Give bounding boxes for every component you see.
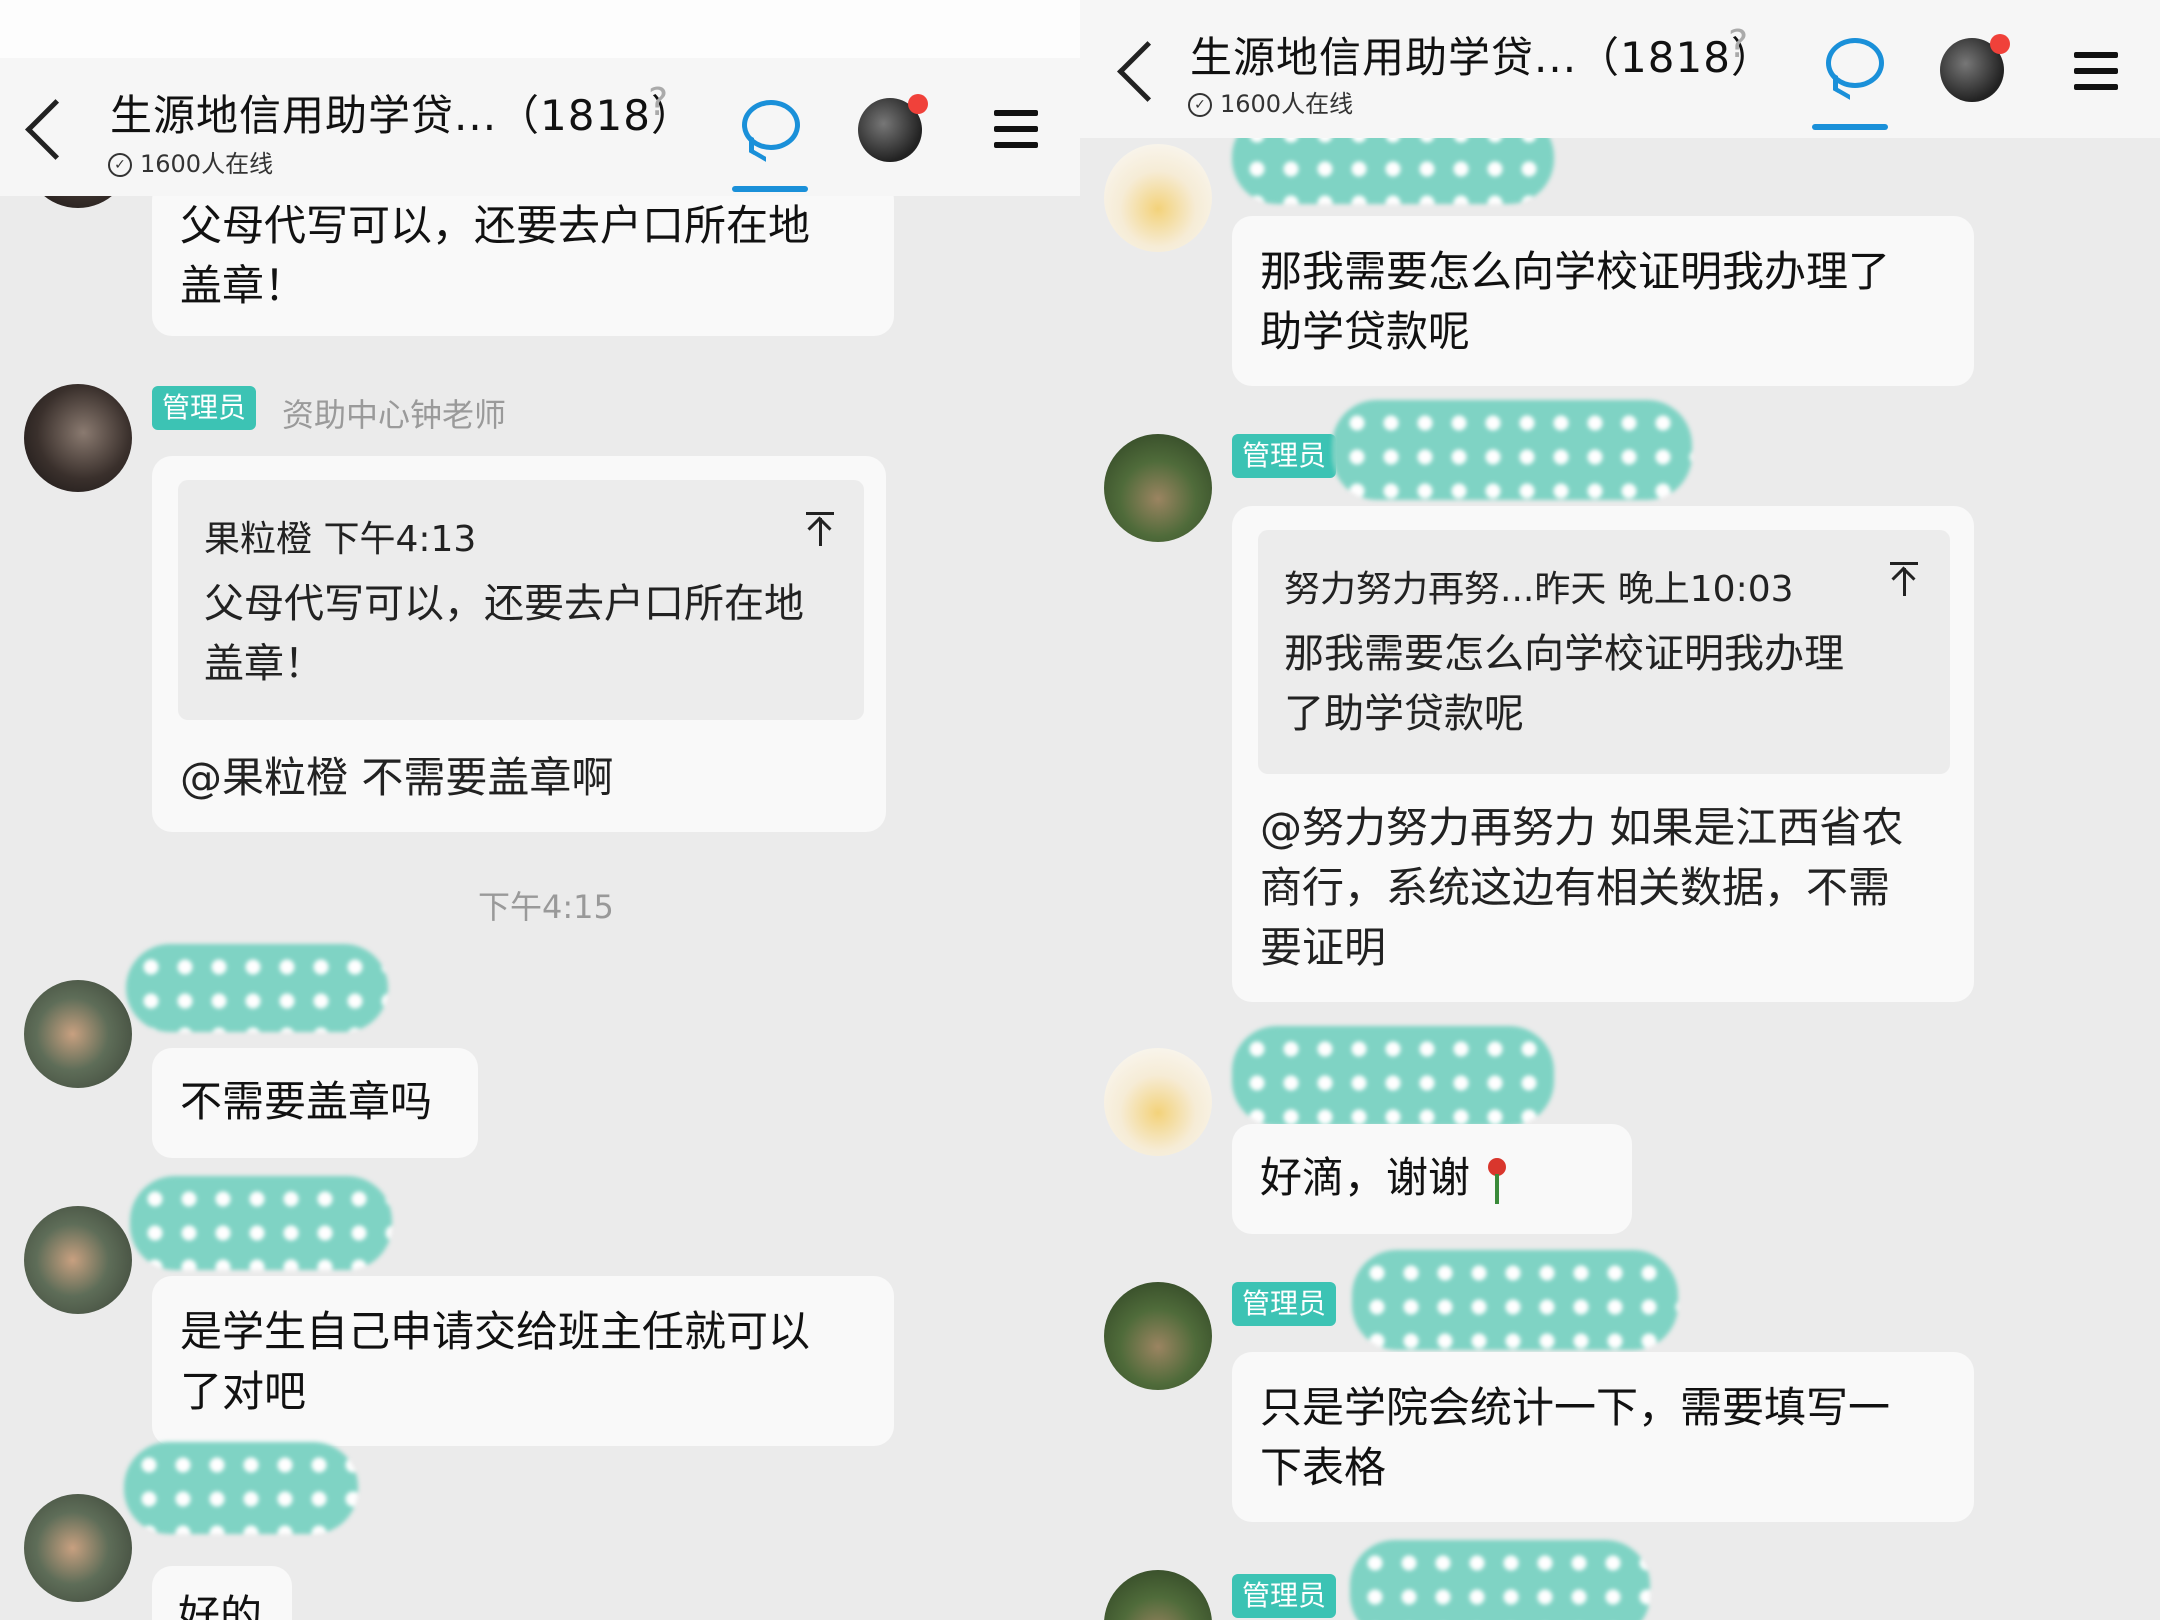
admin-badge: 管理员: [1232, 1282, 1337, 1326]
redacted-sender-name: [130, 1176, 392, 1270]
message-bubble[interactable]: 好滴，谢谢: [1232, 1124, 1632, 1234]
message-text: 是学生自己申请交给班主任就可以 了对吧: [180, 1307, 811, 1416]
ear-icon[interactable]: ?: [648, 80, 668, 124]
message-text: 只是学院会统计一下，需要填写一 下表格: [1260, 1383, 1891, 1492]
message-bubble[interactable]: 不需要盖章吗: [152, 1048, 478, 1158]
online-count: ✓ 1600人在线: [1188, 84, 1353, 119]
online-count-text: 1600人在线: [140, 150, 274, 178]
page-title: 生源地信用助学贷...（1818）: [110, 91, 694, 140]
quote-text: 父母代写可以，还要去户口所在地 盖章！: [204, 581, 804, 687]
redacted-sender-name: [124, 1442, 358, 1534]
redacted-sender-name: [1332, 400, 1692, 500]
message-bubble[interactable]: 是学生自己申请交给班主任就可以 了对吧: [152, 1276, 894, 1446]
message-bubble[interactable]: 果粒橙 下午4:13 父母代写可以，还要去户口所在地 盖章！ @果粒橙 不需要盖…: [152, 456, 886, 832]
hamburger-menu-icon[interactable]: [994, 110, 1038, 148]
rose-emoji: [1483, 1157, 1511, 1204]
back-chevron-icon[interactable]: [1117, 41, 1178, 102]
status-bar-area: [0, 0, 1080, 58]
message-text-content: 好滴，谢谢: [1260, 1153, 1471, 1202]
sender-name: 资助中心钟老师: [282, 396, 507, 434]
chat-header: 生源地信用助学贷...（1818） ✓ 1600人在线 ?: [0, 58, 1080, 196]
check-circle-icon: ✓: [108, 153, 132, 177]
redacted-sender-name: [1352, 1250, 1678, 1350]
ear-icon[interactable]: ?: [1728, 22, 1748, 66]
message-text: 好的: [178, 1591, 263, 1620]
message-bubble[interactable]: 父母代写可以，还要去户口所在地 盖章！: [152, 180, 894, 336]
avatar[interactable]: [1104, 1570, 1212, 1620]
notification-dot: [1990, 34, 2010, 54]
avatar[interactable]: [24, 384, 132, 492]
redacted-sender-name: [1232, 1026, 1554, 1126]
message-bubble[interactable]: 那我需要怎么向学校证明我办理了 助学贷款呢: [1232, 216, 1974, 386]
avatar[interactable]: [24, 1494, 132, 1602]
quote-header: 果粒橙 下午4:13: [204, 519, 477, 560]
notification-dot: [908, 94, 928, 114]
quoted-message[interactable]: 努力努力再努...昨天 晚上10:03 那我需要怎么向学校证明我办理 了助学贷款…: [1258, 530, 1950, 774]
message-text: 不需要盖章吗: [180, 1077, 433, 1126]
reply-text: @果粒橙 不需要盖章啊: [180, 753, 614, 802]
hamburger-menu-icon[interactable]: [2074, 52, 2118, 90]
avatar[interactable]: [24, 980, 132, 1088]
chat-bubble-icon[interactable]: [742, 100, 800, 150]
admin-badge: 管理员: [1232, 434, 1337, 478]
online-count: ✓ 1600人在线: [108, 144, 273, 179]
chat-bubble-icon[interactable]: [1826, 38, 1884, 88]
active-tab-indicator: [732, 186, 808, 192]
avatar[interactable]: [24, 1206, 132, 1314]
message-bubble[interactable]: 努力努力再努...昨天 晚上10:03 那我需要怎么向学校证明我办理 了助学贷款…: [1232, 506, 1974, 1002]
message-text: 好滴，谢谢: [1260, 1148, 1604, 1208]
avatar[interactable]: [1104, 434, 1212, 542]
message-text: 那我需要怎么向学校证明我办理了 助学贷款呢: [1260, 247, 1891, 356]
admin-badge: 管理员: [1232, 1574, 1337, 1618]
quote-text: 那我需要怎么向学校证明我办理 了助学贷款呢: [1284, 631, 1844, 737]
pin-to-top-icon[interactable]: [806, 512, 834, 546]
message-bubble[interactable]: 好的: [152, 1566, 292, 1620]
admin-badge: 管理员: [152, 386, 257, 430]
online-count-text: 1600人在线: [1220, 90, 1354, 118]
reply-text: @努力努力再努力 如果是江西省农 商行，系统这边有相关数据，不需 要证明: [1260, 803, 1904, 972]
redacted-sender-name: [1350, 1540, 1650, 1620]
page-title: 生源地信用助学贷...（1818）: [1190, 33, 1774, 82]
message-text: 父母代写可以，还要去户口所在地 盖章！: [180, 201, 811, 310]
avatar[interactable]: [1104, 1282, 1212, 1390]
message-bubble[interactable]: 只是学院会统计一下，需要填写一 下表格: [1232, 1352, 1974, 1522]
quoted-message[interactable]: 果粒橙 下午4:13 父母代写可以，还要去户口所在地 盖章！: [178, 480, 864, 720]
left-chat-screenshot: 父母代写可以，还要去户口所在地 盖章！ 生源地信用助学贷...（1818） ✓ 1…: [0, 0, 1080, 1620]
quote-header: 努力努力再努...昨天 晚上10:03: [1284, 569, 1794, 610]
redacted-sender-name: [126, 944, 388, 1032]
check-circle-icon: ✓: [1188, 93, 1212, 117]
back-chevron-icon[interactable]: [25, 99, 86, 160]
active-tab-indicator: [1812, 124, 1888, 130]
pin-to-top-icon[interactable]: [1890, 562, 1918, 596]
timestamp: 下午4:15: [478, 888, 614, 926]
chat-header: 生源地信用助学贷...（1818） ✓ 1600人在线 ?: [1080, 0, 2160, 138]
avatar[interactable]: [1104, 1048, 1212, 1156]
avatar[interactable]: [1104, 144, 1212, 252]
right-chat-screenshot: 生源地信用助学贷...（1818） ✓ 1600人在线 ? 那我需要怎么向学校证明…: [1080, 0, 2160, 1620]
